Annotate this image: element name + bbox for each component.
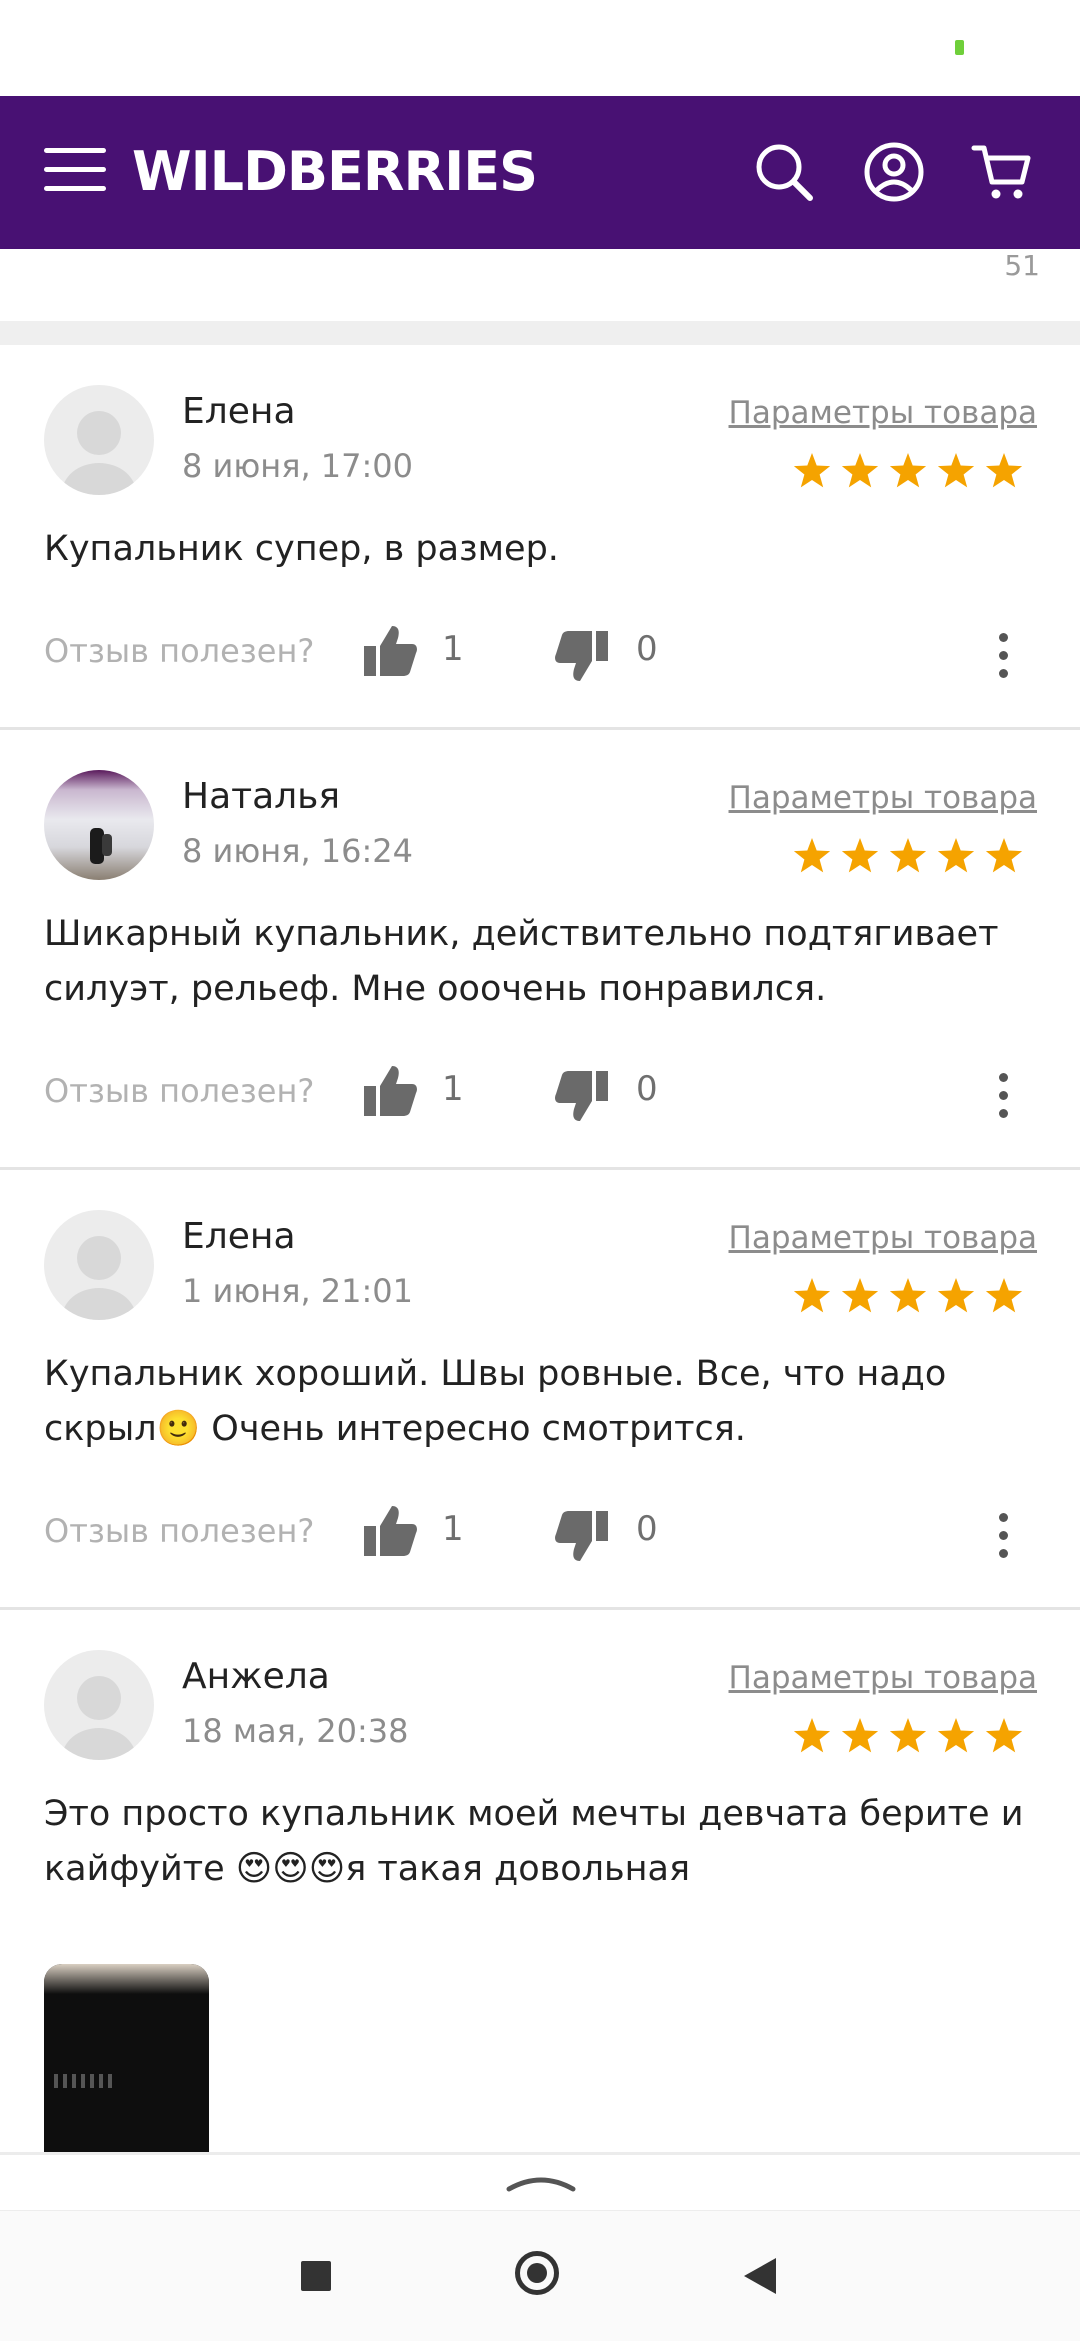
- status-bar: [0, 0, 1080, 96]
- brand-logo[interactable]: WILDBERRIES: [132, 140, 538, 203]
- likes-count: 1: [442, 1069, 464, 1109]
- section-gap: [0, 321, 1080, 345]
- reviewer-name: Наталья: [182, 776, 341, 817]
- star-icon: [985, 1718, 1023, 1753]
- review-photo[interactable]: [44, 1964, 209, 2154]
- thumbs-down-icon[interactable]: [552, 1067, 612, 1127]
- star-icon: [937, 1718, 975, 1753]
- review-date: 8 июня, 16:24: [182, 832, 413, 870]
- review-text: Купальник хороший. Швы ровные. Все, что …: [44, 1354, 947, 1449]
- review-text: Шикарный купальник, действительно подтяг…: [44, 914, 999, 1009]
- reviewer-name: Елена: [182, 391, 296, 432]
- star-icon: [985, 838, 1023, 873]
- review-date: 1 июня, 21:01: [182, 1272, 413, 1310]
- star-icon: [937, 453, 975, 488]
- partial-counter: 51: [1004, 249, 1040, 282]
- reviewer-name: Анжела: [182, 1656, 330, 1697]
- product-params-link[interactable]: Параметры товара: [729, 395, 1037, 431]
- avatar: [44, 1210, 154, 1320]
- menu-icon[interactable]: [44, 148, 106, 196]
- star-icon: [889, 838, 927, 873]
- thumbs-down-icon[interactable]: [552, 1507, 612, 1567]
- thumbs-up-icon[interactable]: [360, 1060, 420, 1120]
- rating-stars: [793, 1278, 1023, 1313]
- likes-count: 1: [442, 629, 464, 669]
- review-text: Это просто купальник моей мечты девчата …: [44, 1794, 1024, 1889]
- rating-stars: [793, 838, 1023, 873]
- avatar: [44, 1650, 154, 1760]
- likes-count: 1: [442, 1509, 464, 1549]
- star-icon: [841, 1278, 879, 1313]
- star-icon: [937, 838, 975, 873]
- battery-indicator: [955, 40, 964, 55]
- avatar: [44, 770, 154, 880]
- reviewer-name: Елена: [182, 1216, 296, 1257]
- back-button[interactable]: [742, 2256, 778, 2296]
- previous-review-tail: 51: [0, 249, 1080, 321]
- more-options-icon[interactable]: [996, 1513, 1010, 1563]
- star-icon: [889, 1718, 927, 1753]
- star-icon: [985, 453, 1023, 488]
- thumbs-down-icon[interactable]: [552, 627, 612, 687]
- review-card: Елена 8 июня, 17:00 Параметры товара Куп…: [0, 345, 1080, 730]
- useful-label: Отзыв полезен?: [44, 1512, 315, 1550]
- review-card: Наталья 8 июня, 16:24 Параметры товара Ш…: [0, 730, 1080, 1170]
- dislikes-count: 0: [636, 1509, 658, 1549]
- useful-label: Отзыв полезен?: [44, 632, 315, 670]
- avatar: [44, 385, 154, 495]
- recents-button[interactable]: [301, 2261, 331, 2291]
- star-icon: [841, 1718, 879, 1753]
- star-icon: [793, 1718, 831, 1753]
- star-icon: [793, 1278, 831, 1313]
- more-options-icon[interactable]: [996, 633, 1010, 683]
- useful-label: Отзыв полезен?: [44, 1072, 315, 1110]
- review-date: 18 мая, 20:38: [182, 1712, 409, 1750]
- cart-icon[interactable]: [970, 140, 1034, 204]
- review-card: Елена 1 июня, 21:01 Параметры товара Куп…: [0, 1170, 1080, 1610]
- product-params-link[interactable]: Параметры товара: [729, 1660, 1037, 1696]
- dislikes-count: 0: [636, 1069, 658, 1109]
- thumbs-up-icon[interactable]: [360, 1500, 420, 1560]
- star-icon: [937, 1278, 975, 1313]
- star-icon: [889, 453, 927, 488]
- star-icon: [985, 1278, 1023, 1313]
- thumbs-up-icon[interactable]: [360, 620, 420, 680]
- chevron-up-icon[interactable]: [505, 2165, 577, 2195]
- product-params-link[interactable]: Параметры товара: [729, 1220, 1037, 1256]
- rating-stars: [793, 1718, 1023, 1753]
- dislikes-count: 0: [636, 629, 658, 669]
- star-icon: [793, 838, 831, 873]
- star-icon: [841, 838, 879, 873]
- star-icon: [793, 453, 831, 488]
- review-text: Купальник супер, в размер.: [44, 529, 559, 569]
- profile-icon[interactable]: [862, 140, 926, 204]
- review-date: 8 июня, 17:00: [182, 447, 413, 485]
- more-options-icon[interactable]: [996, 1073, 1010, 1123]
- star-icon: [889, 1278, 927, 1313]
- star-icon: [841, 453, 879, 488]
- rating-stars: [793, 453, 1023, 488]
- search-icon[interactable]: [752, 140, 816, 204]
- product-params-link[interactable]: Параметры товара: [729, 780, 1037, 816]
- home-button[interactable]: [515, 2251, 559, 2295]
